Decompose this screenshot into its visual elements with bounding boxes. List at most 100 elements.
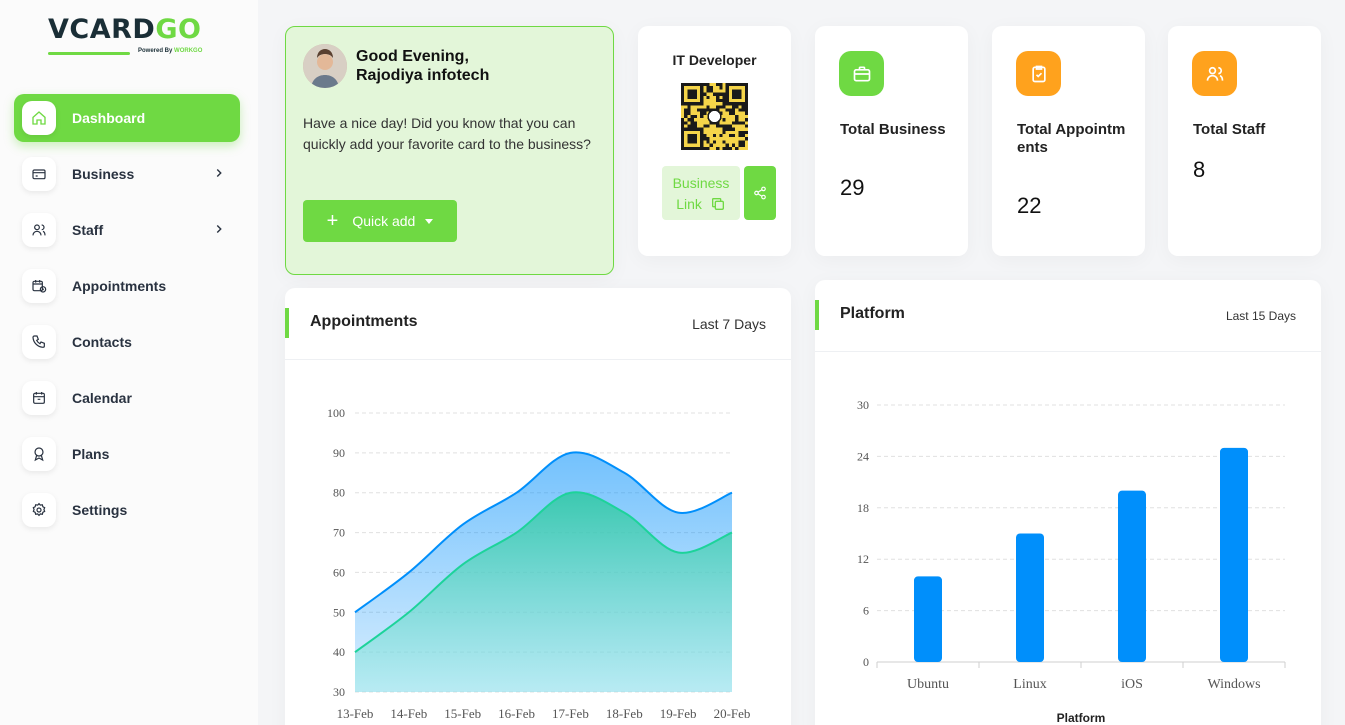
y-tick-label: 24 — [857, 449, 869, 463]
briefcase-icon — [839, 51, 884, 96]
qr-module — [741, 105, 745, 109]
brand-logo[interactable]: VCARDGO Powered By WORKGO — [48, 14, 210, 58]
y-tick-label: 12 — [857, 552, 869, 566]
qr-module — [744, 108, 748, 112]
qr-module — [687, 105, 691, 109]
qr-module — [696, 108, 701, 112]
qr-module — [719, 124, 723, 128]
sidebar-item-staff[interactable]: Staff — [14, 206, 240, 254]
bar — [914, 576, 942, 662]
stat-label: Total Staff — [1193, 121, 1266, 138]
qr-module — [690, 121, 694, 125]
x-tick-label: 13-Feb — [337, 706, 374, 721]
sidebar-item-plans[interactable]: Plans — [14, 430, 240, 478]
qr-module — [741, 121, 745, 125]
qr-module — [703, 83, 707, 87]
qr-module — [732, 108, 736, 112]
user-name: Rajodiya infotech — [356, 67, 490, 84]
qr-module — [690, 118, 694, 122]
qr-module — [722, 127, 726, 131]
quick-add-button[interactable]: + Quick add — [303, 200, 457, 242]
sidebar-item-business[interactable]: Business — [14, 150, 240, 198]
y-tick-label: 80 — [333, 486, 345, 500]
qr-module — [693, 124, 697, 128]
qr-module — [706, 146, 710, 150]
greeting-text: Good Evening, — [356, 48, 469, 65]
qr-module — [709, 86, 713, 90]
qr-module — [722, 130, 726, 135]
qr-module — [703, 111, 707, 115]
qr-module — [722, 95, 726, 99]
qr-module — [706, 105, 710, 109]
logo-text: VCARDGO — [48, 14, 210, 46]
business-link-button[interactable]: Business Link — [662, 166, 740, 220]
share-button[interactable] — [744, 166, 776, 220]
qr-module — [725, 124, 729, 128]
sidebar-item-label: Business — [72, 166, 135, 182]
qr-module — [700, 114, 704, 119]
qr-module — [732, 127, 736, 131]
qr-module — [684, 108, 688, 112]
qr-module — [735, 118, 739, 122]
stat-card-total-appointments: Total Appointments 22 — [992, 26, 1145, 256]
award-icon — [22, 437, 56, 471]
sidebar: VCARDGO Powered By WORKGO Dashboard Busi… — [0, 0, 258, 725]
stat-label: Total Appointments — [1017, 121, 1126, 156]
x-tick-label: 20-Feb — [714, 706, 751, 721]
logo-text-part2: GO — [155, 14, 202, 45]
sidebar-item-label: Settings — [72, 502, 128, 518]
qr-module — [728, 124, 733, 128]
x-tick-label: Linux — [1013, 677, 1046, 692]
qr-module — [716, 146, 720, 150]
qr-module — [687, 108, 691, 112]
sidebar-item-appointments[interactable]: Appointments — [14, 262, 240, 310]
qr-module — [706, 83, 710, 87]
qr-module — [681, 121, 685, 125]
y-tick-label: 30 — [857, 398, 869, 412]
qr-module — [722, 92, 726, 96]
gear-icon — [22, 493, 56, 527]
qr-module — [738, 140, 742, 144]
qr-module — [690, 124, 694, 128]
qr-module — [709, 89, 713, 93]
qr-module — [741, 140, 745, 144]
x-tick-label: 19-Feb — [660, 706, 697, 721]
qr-module — [735, 146, 739, 150]
sidebar-item-dashboard[interactable]: Dashboard — [14, 94, 240, 142]
qr-module — [693, 121, 697, 125]
qr-module — [722, 124, 726, 128]
qr-module — [716, 83, 720, 87]
qr-module — [703, 124, 707, 128]
qr-module — [716, 95, 720, 99]
sidebar-item-settings[interactable]: Settings — [14, 486, 240, 534]
qr-module — [738, 121, 742, 125]
sidebar-item-contacts[interactable]: Contacts — [14, 318, 240, 366]
qr-module — [712, 140, 717, 144]
qr-module — [741, 134, 745, 138]
qr-module — [706, 86, 710, 90]
greeting: Good Evening, Rajodiya infotech — [356, 47, 489, 85]
qr-code[interactable] — [681, 83, 748, 150]
copy-icon — [711, 198, 724, 210]
qr-module — [706, 124, 710, 128]
qr-finder — [687, 134, 697, 144]
qr-module — [684, 121, 688, 125]
qr-module — [735, 121, 739, 125]
appointments-area-chart: 30 40 50 60 70 80 90 100 13-Feb 14-Feb 15-Feb 16-Fe… — [327, 406, 751, 721]
sidebar-item-label: Appointments — [72, 278, 167, 294]
y-tick-label: 0 — [863, 655, 869, 669]
users-icon — [22, 213, 56, 247]
avatar — [303, 44, 347, 88]
platform-chart-card: Platform Last 15 Days 0 6 12 18 24 30 Ubuntu Li… — [815, 280, 1321, 725]
qr-module — [738, 143, 742, 147]
x-tick-label: 16-Feb — [498, 706, 535, 721]
qr-module — [738, 108, 742, 112]
sidebar-item-calendar[interactable]: Calendar — [14, 374, 240, 422]
qr-module — [735, 114, 739, 119]
qr-module — [738, 130, 742, 135]
powered-by-brand: WORKGO — [174, 48, 203, 54]
qr-center-logo — [707, 109, 722, 124]
clipboard-check-icon — [1016, 51, 1061, 96]
qr-module — [728, 127, 733, 131]
qr-module — [722, 118, 726, 122]
